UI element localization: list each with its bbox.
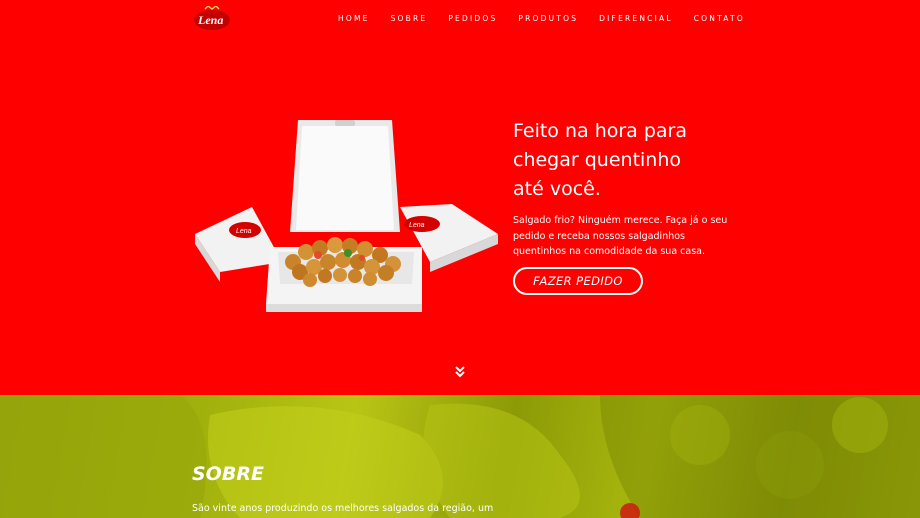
order-button[interactable]: FAZER PEDIDO: [513, 267, 643, 295]
nav-item-contato[interactable]: CONTATO: [694, 14, 745, 23]
svg-text:Lena: Lena: [409, 222, 425, 229]
top-navigation: Lena HOME SOBRE PEDIDOS PRODUTOS DIFEREN…: [0, 0, 920, 38]
double-chevron-down-icon[interactable]: [453, 365, 467, 379]
svg-text:Lena: Lena: [197, 13, 223, 27]
about-background-photo: [0, 395, 920, 518]
brand-logo[interactable]: Lena: [191, 6, 233, 32]
about-section: SOBRE São vinte anos produzindo os melho…: [0, 395, 920, 518]
hero-title-line-1: Feito na hora para: [513, 120, 688, 142]
hero-title: Feito na hora para chegar quentinho até …: [513, 117, 728, 204]
about-text: São vinte anos produzindo os melhores sa…: [192, 503, 494, 514]
main-menu: HOME SOBRE PEDIDOS PRODUTOS DIFERENCIAL …: [338, 14, 766, 23]
hero-text-block: Feito na hora para chegar quentinho até …: [513, 117, 728, 260]
nav-item-sobre[interactable]: SOBRE: [391, 14, 428, 23]
hero-section: Lena Lena Feito na hora para chegar quen…: [0, 0, 920, 395]
hero-title-line-3: até você.: [513, 178, 601, 200]
nav-item-pedidos[interactable]: PEDIDOS: [448, 14, 497, 23]
nav-item-produtos[interactable]: PRODUTOS: [518, 14, 578, 23]
nav-item-diferencial[interactable]: DIFERENCIAL: [599, 14, 673, 23]
food-box-image: Lena Lena: [195, 120, 498, 312]
svg-text:Lena: Lena: [236, 228, 252, 235]
hero-description: Salgado frio? Ninguém merece. Faça já o …: [513, 215, 728, 257]
hero-title-line-2: chegar quentinho: [513, 149, 682, 171]
about-title: SOBRE: [192, 463, 264, 485]
nav-item-home[interactable]: HOME: [338, 14, 370, 23]
